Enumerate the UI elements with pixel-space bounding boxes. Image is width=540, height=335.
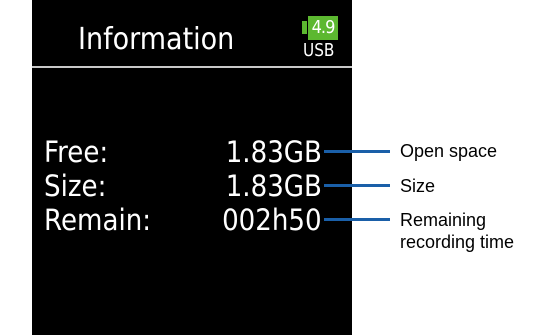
remain-label: Remain: — [44, 203, 152, 237]
remain-value: 002h50 — [222, 203, 322, 237]
callout-size: Size — [400, 176, 436, 196]
callout-line-free — [324, 150, 390, 153]
device-screen: Information 4.9 USB Free: 1.83GB Size: 1… — [32, 0, 352, 335]
callout-remaining-time: Remaining recording time — [400, 210, 515, 252]
callout-open-space: Open space — [400, 141, 498, 161]
battery-icon: 4.9 — [308, 16, 338, 40]
callout-line-remain — [324, 218, 390, 221]
power-source-label: USB — [303, 40, 335, 61]
battery-terminal — [302, 21, 307, 34]
callout-line-size — [324, 184, 390, 187]
screen-title: Information — [78, 22, 235, 57]
title-divider — [32, 66, 352, 68]
info-row-remain: Remain: 002h50 — [32, 200, 352, 240]
figure: Information 4.9 USB Free: 1.83GB Size: 1… — [0, 0, 540, 335]
